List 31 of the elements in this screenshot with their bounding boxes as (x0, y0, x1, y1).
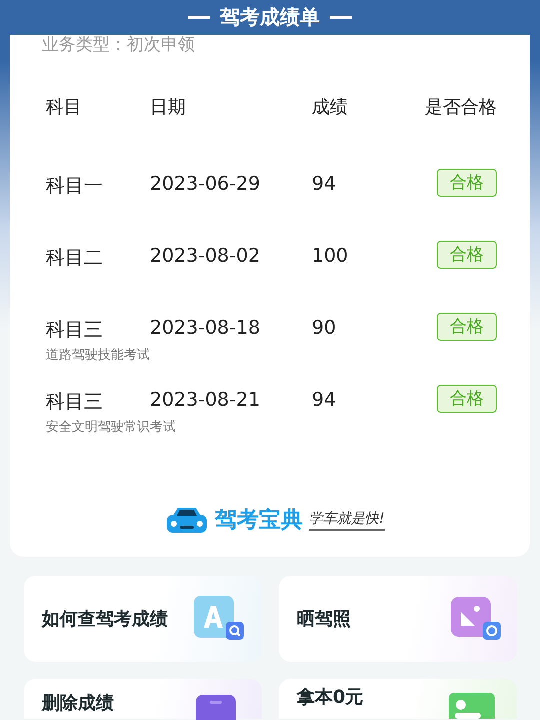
score-cell-text: 100 (312, 244, 350, 267)
score-cell-text: 90 (312, 316, 338, 339)
score-cell-text: 94 (312, 172, 338, 195)
car-icon (165, 505, 210, 535)
subject-cell-text: 科目三 (46, 318, 104, 343)
date-cell-text: 2023-08-18 (150, 316, 262, 339)
subject-cell-text: 科目一 (46, 174, 104, 199)
result-badge: 合格 (437, 313, 497, 341)
feature-tile[interactable]: 拿本0元 (279, 679, 517, 719)
result-badge: 合格 (437, 385, 497, 413)
subject-note: 安全文明驾驶常识考试 (46, 419, 176, 437)
column-header: 日期 (150, 96, 187, 119)
subject-cell-text: 科目三 (46, 390, 104, 415)
feature-tile[interactable]: 如何查驾考成绩 (24, 576, 262, 662)
date-cell-text: 2023-08-02 (150, 244, 262, 267)
slogan: 学车就是快! (309, 510, 385, 530)
feature-tile[interactable]: 晒驾照 (279, 576, 517, 662)
result-badge: 合格 (437, 241, 497, 269)
score-cell-text: 94 (312, 388, 338, 411)
page-title: 驾考成绩单 (220, 4, 320, 31)
date-cell-text: 2023-06-29 (150, 172, 262, 195)
column-header: 是否合格 (425, 96, 498, 119)
column-header: 科目 (46, 96, 83, 119)
subject-cell-text: 科目二 (46, 246, 104, 271)
feature-tile[interactable]: 删除成绩 (24, 679, 262, 719)
date-cell-text: 2023-08-21 (150, 388, 262, 411)
result-badge: 合格 (437, 169, 497, 197)
subject-note: 道路驾驶技能考试 (46, 347, 150, 365)
column-header: 成绩 (312, 96, 349, 119)
brand-name: 驾考宝典 (215, 506, 304, 535)
business-type: 业务类型：初次申领 (42, 35, 196, 57)
